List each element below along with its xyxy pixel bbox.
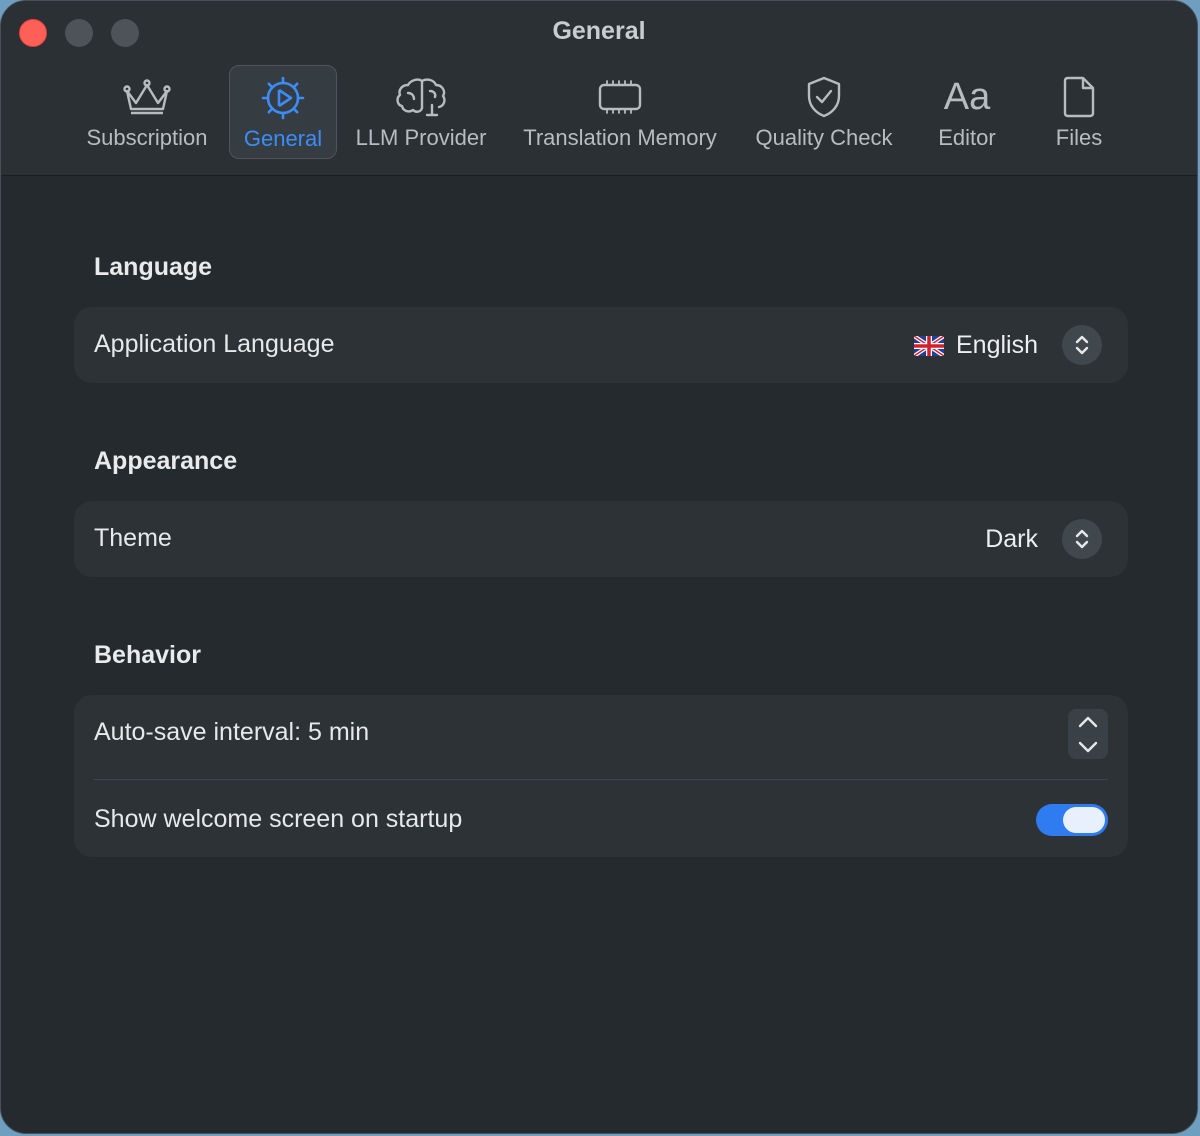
- section-title-appearance: Appearance: [94, 447, 238, 475]
- theme-popup-button[interactable]: [1062, 519, 1102, 559]
- tab-subscription[interactable]: Subscription: [79, 65, 215, 159]
- appearance-card: Theme Dark: [74, 501, 1128, 577]
- behavior-card: Auto-save interval: 5 min Show welcome s…: [74, 695, 1128, 857]
- tab-quality-check[interactable]: Quality Check: [749, 65, 899, 159]
- tab-label: Quality Check: [755, 125, 893, 150]
- stepper-decrement-button[interactable]: [1068, 734, 1108, 759]
- theme-label: Theme: [94, 524, 172, 552]
- uk-flag-icon: [914, 335, 944, 356]
- text-format-icon: Aa: [943, 76, 991, 118]
- chevron-down-icon: [1078, 741, 1098, 752]
- tab-label: General: [243, 126, 323, 151]
- chevron-updown-icon: [1075, 335, 1089, 355]
- chevron-up-icon: [1078, 716, 1098, 727]
- brain-icon: [394, 71, 448, 123]
- gear-icon: [260, 72, 306, 124]
- tab-files[interactable]: Files: [1045, 65, 1113, 159]
- application-language-label: Application Language: [94, 330, 335, 358]
- toggle-knob: [1063, 807, 1105, 833]
- tab-label: Translation Memory: [523, 125, 717, 150]
- memory-chip-icon: [597, 71, 643, 123]
- tab-editor[interactable]: Aa Editor: [927, 65, 1007, 159]
- stepper-increment-button[interactable]: [1068, 709, 1108, 734]
- welcome-screen-toggle[interactable]: [1036, 804, 1108, 836]
- application-language-value[interactable]: English: [914, 331, 1038, 360]
- application-language-popup-button[interactable]: [1062, 325, 1102, 365]
- shield-check-icon: [804, 71, 844, 123]
- tab-label: Editor: [938, 125, 996, 150]
- theme-value[interactable]: Dark: [985, 525, 1038, 554]
- crown-icon: [121, 71, 173, 123]
- tab-label: Files: [1055, 125, 1103, 150]
- language-card: Application Language English: [74, 307, 1128, 383]
- section-title-language: Language: [94, 253, 213, 281]
- autosave-interval-stepper[interactable]: [1068, 709, 1108, 759]
- toolbar: General Subscription General LLM Provide…: [1, 1, 1197, 176]
- application-language-text: English: [956, 331, 1038, 359]
- document-icon: [1061, 71, 1097, 123]
- tab-translation-memory[interactable]: Translation Memory: [513, 65, 727, 159]
- chevron-updown-icon: [1075, 529, 1089, 549]
- window-title: General: [552, 17, 646, 45]
- tab-llm-provider[interactable]: LLM Provider: [349, 65, 493, 159]
- welcome-screen-label: Show welcome screen on startup: [94, 805, 463, 833]
- tab-label: Subscription: [86, 125, 208, 150]
- tab-general[interactable]: General: [229, 65, 337, 159]
- autosave-interval-label: Auto-save interval: 5 min: [94, 718, 370, 746]
- tab-label: LLM Provider: [355, 125, 487, 150]
- row-divider: [94, 779, 1108, 780]
- settings-window: General Subscription General LLM Provide…: [0, 0, 1198, 1134]
- section-title-behavior: Behavior: [94, 641, 201, 669]
